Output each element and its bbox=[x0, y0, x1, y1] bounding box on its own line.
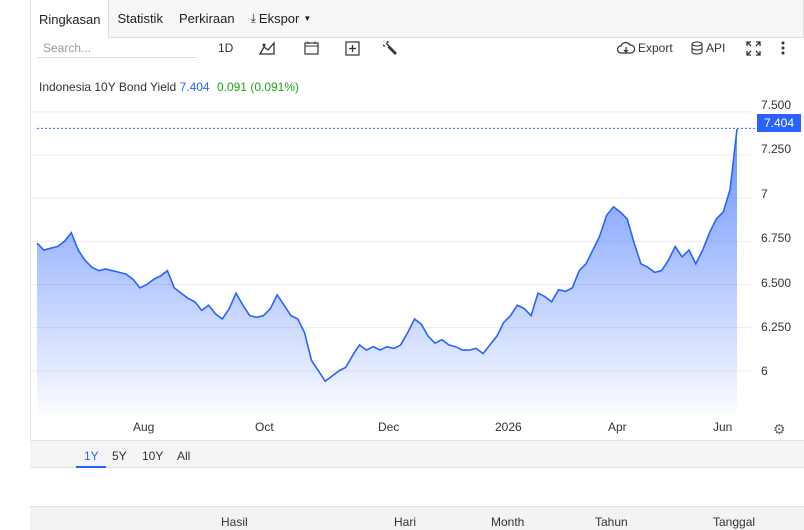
calendar-icon bbox=[304, 41, 319, 55]
gear-icon[interactable]: ⚙ bbox=[773, 421, 786, 438]
fullscreen-icon bbox=[746, 40, 761, 56]
price-chart[interactable] bbox=[31, 38, 804, 468]
tab-perkiraan[interactable]: Perkiraan bbox=[171, 0, 243, 37]
column-header: Tahun bbox=[595, 515, 628, 529]
y-tick-label: 6.250 bbox=[761, 320, 792, 334]
cloud-download-icon bbox=[617, 41, 635, 54]
y-tick-label: 7.500 bbox=[761, 98, 792, 112]
x-tick-label: Jun bbox=[713, 420, 733, 434]
tab-label: Perkiraan bbox=[178, 11, 235, 26]
range-button-1y[interactable]: 1Y bbox=[84, 449, 99, 463]
chart-type-button[interactable] bbox=[259, 38, 275, 58]
more-vertical-icon bbox=[781, 41, 785, 55]
tab-ekspor[interactable]: ⤓ Ekspor ▼ bbox=[243, 0, 320, 37]
wrench-icon bbox=[383, 40, 397, 55]
database-icon bbox=[691, 41, 703, 55]
tab-label: Ekspor bbox=[258, 11, 300, 26]
x-tick-label: Apr bbox=[608, 420, 627, 434]
search-input[interactable] bbox=[37, 38, 197, 58]
range-button-5y[interactable]: 5Y bbox=[112, 449, 127, 463]
series-area bbox=[37, 129, 737, 414]
caret-down-icon: ▼ bbox=[303, 14, 312, 23]
y-tick-label: 7 bbox=[761, 187, 768, 201]
legend-change: 0.091 (0.091%) bbox=[216, 80, 300, 94]
more-options-button[interactable] bbox=[781, 38, 785, 58]
api-label: API bbox=[706, 41, 726, 55]
tab-ringkasan[interactable]: Ringkasan bbox=[31, 0, 110, 38]
legend-price: 7.404 bbox=[179, 80, 210, 94]
range-selector: 1Y 5Y 10Y All bbox=[30, 440, 804, 468]
tab-statistik[interactable]: Statistik bbox=[109, 0, 171, 37]
range-button-10y[interactable]: 10Y bbox=[142, 449, 163, 463]
column-header: Tanggal bbox=[713, 515, 756, 529]
area-chart-icon bbox=[259, 41, 275, 55]
export-label: Export bbox=[638, 41, 673, 55]
x-tick-label: Aug bbox=[133, 420, 155, 434]
column-header: Hari bbox=[394, 515, 417, 529]
tab-label: Statistik bbox=[117, 11, 163, 26]
plus-square-icon bbox=[345, 40, 360, 56]
x-tick-label: Oct bbox=[255, 420, 274, 434]
indicators-button[interactable] bbox=[383, 38, 398, 58]
compare-button[interactable] bbox=[345, 38, 360, 58]
tab-label: Ringkasan bbox=[39, 11, 101, 27]
calendar-button[interactable] bbox=[304, 38, 319, 58]
y-tick-label: 7.250 bbox=[761, 142, 792, 156]
fullscreen-button[interactable] bbox=[746, 38, 761, 58]
active-range-indicator bbox=[76, 466, 106, 468]
y-tick-label: 6.750 bbox=[761, 231, 792, 245]
tab-bar: Ringkasan Statistik Perkiraan ⤓ Ekspor ▼ bbox=[30, 0, 804, 38]
chart-panel: 1D Export API Indonesia 10Y Bond Yield bbox=[30, 38, 804, 468]
range-button-all[interactable]: All bbox=[177, 449, 190, 463]
y-tick-label: 6.500 bbox=[761, 276, 792, 290]
x-tick-label: Dec bbox=[378, 420, 400, 434]
interval-button[interactable]: 1D bbox=[218, 38, 233, 58]
series-line bbox=[36, 129, 738, 383]
download-icon: ⤓ bbox=[250, 11, 256, 25]
chart-toolbar: 1D Export API bbox=[31, 38, 804, 60]
table-header: Hasil Hari Month Tahun Tanggal bbox=[30, 506, 804, 530]
last-price-tag: 7.404 bbox=[757, 114, 801, 132]
y-tick-label: 6 bbox=[761, 364, 768, 378]
export-button[interactable]: Export bbox=[617, 38, 673, 58]
chart-legend: Indonesia 10Y Bond Yield 7.404 0.091 (0.… bbox=[39, 80, 299, 94]
interval-label: 1D bbox=[218, 41, 234, 55]
api-button[interactable]: API bbox=[691, 38, 725, 58]
x-tick-label: 2026 bbox=[495, 420, 522, 434]
column-header: Hasil bbox=[221, 515, 248, 529]
legend-series-name: Indonesia 10Y Bond Yield bbox=[39, 80, 177, 94]
column-header: Month bbox=[491, 515, 525, 529]
